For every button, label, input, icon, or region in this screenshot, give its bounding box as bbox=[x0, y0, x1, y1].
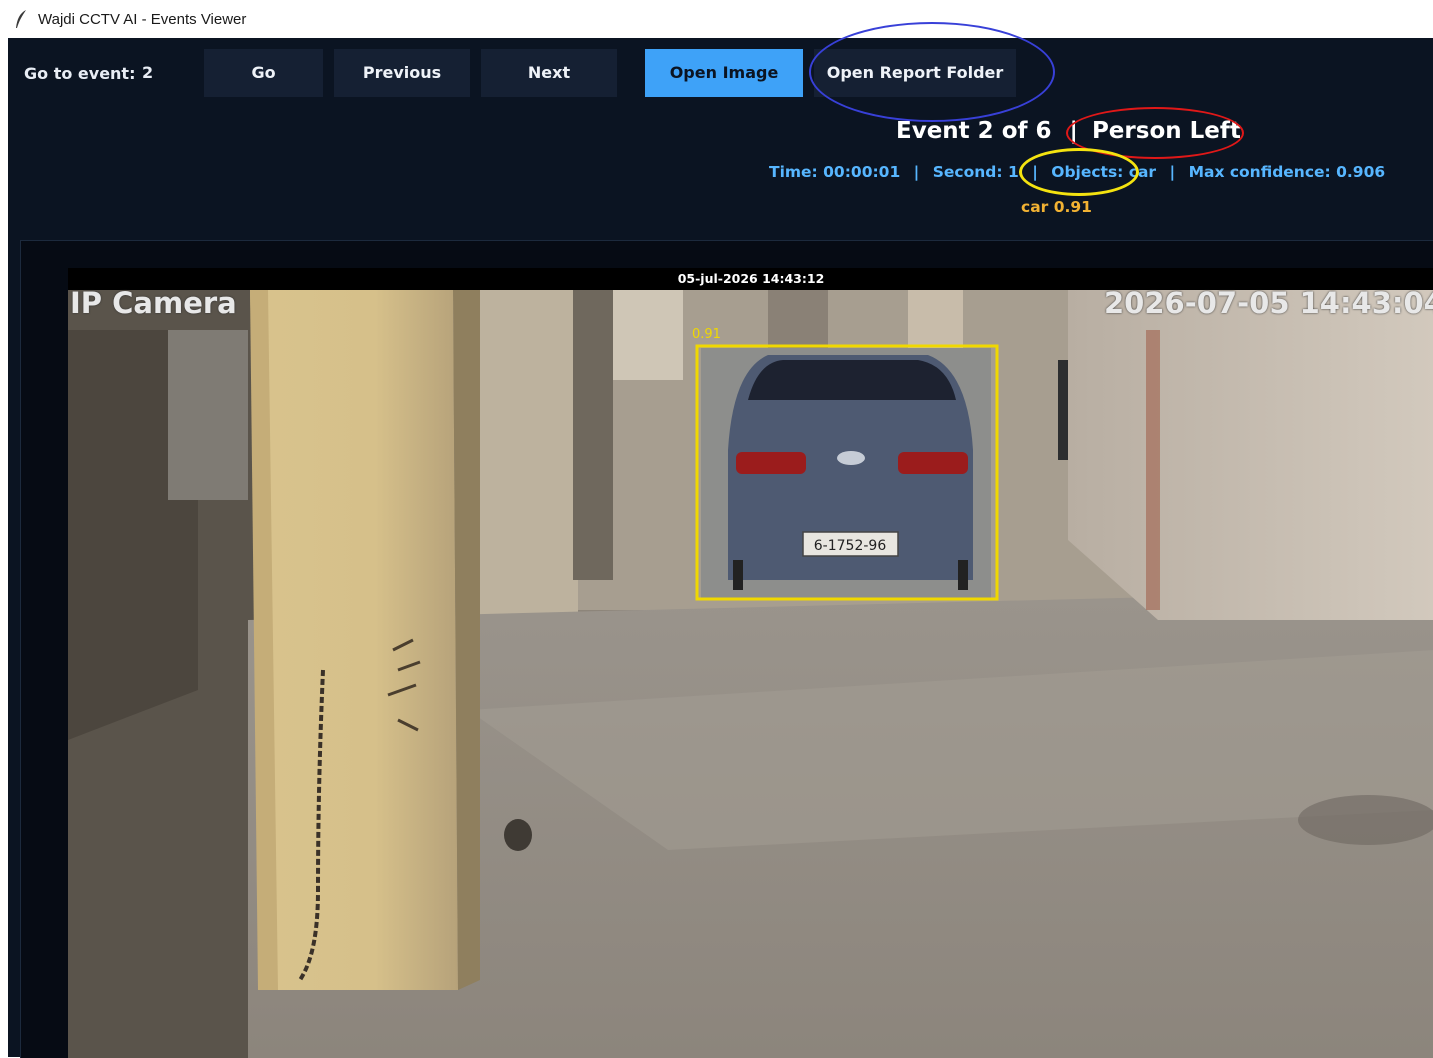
detection-score-label: 0.91 bbox=[692, 327, 721, 342]
toolbar: Go to event: 2 Go Previous Next Open Ima… bbox=[8, 38, 1433, 108]
open-report-folder-button[interactable]: Open Report Folder bbox=[814, 49, 1016, 97]
meta-separator: | bbox=[913, 163, 920, 181]
event-time: Time: 00:00:01 bbox=[769, 163, 901, 181]
parking-garage-scene: 6-1752-96 bbox=[68, 290, 1433, 1058]
image-viewport[interactable]: 05-jul-2026 14:43:12 6-1752-96 IP Camera… bbox=[20, 240, 1433, 1058]
feather-icon bbox=[16, 10, 26, 28]
detected-car: 6-1752-96 bbox=[701, 348, 991, 598]
previous-button[interactable]: Previous bbox=[334, 49, 470, 97]
meta-separator: | bbox=[1169, 163, 1176, 181]
event-second: Second: 1 bbox=[932, 163, 1019, 181]
open-image-button[interactable]: Open Image bbox=[645, 49, 803, 97]
license-plate-text: 6-1752-96 bbox=[814, 538, 887, 554]
window-title-bar: Wajdi CCTV AI - Events Viewer bbox=[0, 0, 1433, 38]
event-frame: 05-jul-2026 14:43:12 6-1752-96 IP Camera… bbox=[68, 268, 1433, 1058]
camera-name-overlay: IP Camera bbox=[70, 286, 237, 320]
go-to-event-input[interactable]: 2 bbox=[142, 50, 202, 96]
event-max-confidence: Max confidence: 0.906 bbox=[1188, 163, 1386, 181]
go-to-event-label: Go to event: bbox=[24, 64, 136, 83]
event-counter: Event 2 of 6 bbox=[896, 118, 1052, 144]
event-objects: Objects: car bbox=[1051, 163, 1157, 181]
frame-timestamp: 05-jul-2026 14:43:12 bbox=[677, 271, 825, 286]
event-type: Person Left bbox=[1091, 118, 1241, 144]
event-meta: Time: 00:00:01 | Second: 1 | Objects: ca… bbox=[769, 163, 1385, 181]
camera-timestamp-overlay: 2026-07-05 14:43:04 bbox=[1104, 286, 1433, 320]
header-separator: | bbox=[1069, 118, 1078, 144]
meta-separator: | bbox=[1032, 163, 1038, 181]
go-button[interactable]: Go bbox=[204, 49, 323, 97]
detections-list: car 0.91 bbox=[1021, 198, 1092, 216]
events-viewer-app: Go to event: 2 Go Previous Next Open Ima… bbox=[8, 22, 1433, 1058]
next-button[interactable]: Next bbox=[481, 49, 617, 97]
window-title: Wajdi CCTV AI - Events Viewer bbox=[38, 11, 247, 28]
camera-image: 6-1752-96 IP Camera 2026-07-05 14:43:04 … bbox=[68, 286, 1433, 1058]
